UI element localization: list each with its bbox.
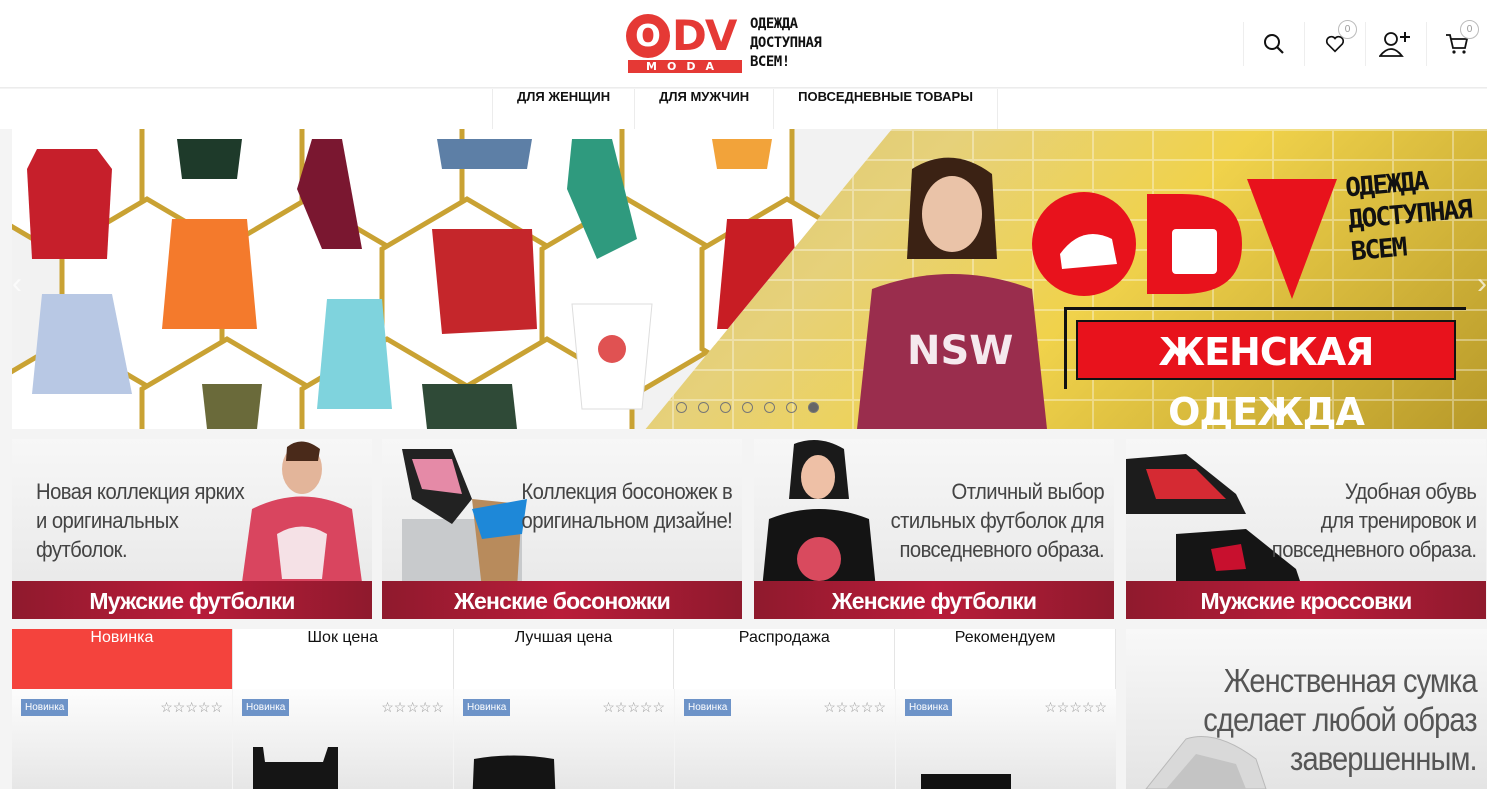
product-tabs: Новинка Шок цена Лучшая цена Распродажа … — [12, 629, 1116, 689]
tab-best-price[interactable]: Лучшая цена — [454, 629, 675, 689]
banner-men-sneakers[interactable]: Удобная обувь для тренировок и повседнев… — [1126, 439, 1486, 619]
banner-description: Удобная обувь для тренировок и повседнев… — [1271, 479, 1476, 562]
rating-stars: ☆☆☆☆☆ — [160, 699, 223, 715]
banner-women-tshirts[interactable]: Отличный выбор стильных футболок для пов… — [754, 439, 1114, 619]
search-button[interactable] — [1243, 22, 1304, 66]
banner-women-sandals[interactable]: Коллекция босоножек в оригинальном дизай… — [382, 439, 742, 619]
product-card[interactable]: Новинка ☆☆☆☆☆ — [454, 689, 674, 789]
rating-stars: ☆☆☆☆☆ — [381, 699, 444, 715]
hero-prev-arrow[interactable]: ‹ — [12, 269, 42, 299]
boot-image — [472, 755, 556, 789]
hero-pagination — [676, 402, 819, 413]
hero-next-arrow[interactable]: › — [1457, 269, 1487, 299]
hero-dot-3[interactable] — [720, 402, 731, 413]
tab-new[interactable]: Новинка — [12, 629, 233, 689]
hero-model-image: NSW — [857, 157, 1047, 429]
account-button[interactable] — [1365, 22, 1426, 66]
main-nav: ДЛЯ ЖЕНЩИН ДЛЯ МУЖЧИН ПОВСЕДНЕВНЫЕ ТОВАР… — [0, 89, 1487, 129]
banner-description: Отличный выбор стильных футболок для пов… — [890, 479, 1104, 562]
new-badge: Новинка — [242, 699, 290, 716]
wishlist-count-badge: 0 — [1338, 20, 1357, 39]
hero-dot-2[interactable] — [698, 402, 709, 413]
product-grid: Новинка ☆☆☆☆☆ Новинка ☆☆☆☆☆ Новинка ☆☆☆☆… — [12, 689, 1116, 789]
rating-stars: ☆☆☆☆☆ — [823, 699, 886, 715]
product-card[interactable]: Новинка ☆☆☆☆☆ — [12, 689, 232, 789]
cart-button[interactable]: 0 — [1426, 20, 1487, 66]
site-logo[interactable]: O DV MODA ОДЕЖДА ДОСТУПНАЯ ВСЕМ! — [626, 14, 826, 74]
banner-description: Коллекция босоножек в оригинальном дизай… — [521, 479, 732, 533]
hero-slider[interactable]: NSW ОДЕЖДА ДОСТУПНАЯ ВСЕМ ЖЕНСКАЯ ОДЕЖДА… — [12, 129, 1487, 429]
hero-dot-5[interactable] — [764, 402, 775, 413]
new-badge: Новинка — [21, 699, 69, 716]
tab-sale[interactable]: Распродажа — [674, 629, 896, 689]
tab-shock-price[interactable]: Шок цена — [233, 629, 454, 689]
nav-item-everyday[interactable]: ПОВСЕДНЕВНЫЕ ТОВАРЫ — [774, 89, 998, 129]
product-card[interactable]: Новинка ☆☆☆☆☆ — [675, 689, 895, 789]
new-badge: Новинка — [684, 699, 732, 716]
rating-stars: ☆☆☆☆☆ — [1044, 699, 1107, 715]
banner-label: Женские футболки — [754, 581, 1114, 619]
header-actions: 0 0 — [1243, 20, 1487, 66]
cart-count-badge: 0 — [1460, 20, 1479, 39]
hero-slogan: ОДЕЖДА ДОСТУПНАЯ ВСЕМ — [1344, 166, 1472, 268]
banner-men-tshirts[interactable]: Новая коллекция ярких и оригинальных фут… — [12, 439, 372, 619]
svg-text:NSW: NSW — [907, 328, 1013, 374]
hero-dot-6[interactable] — [786, 402, 797, 413]
nav-item-men[interactable]: ДЛЯ МУЖЧИН — [635, 89, 775, 129]
rating-stars: ☆☆☆☆☆ — [602, 699, 665, 715]
logo-mark: O DV MODA — [626, 14, 744, 74]
banner-label: Женские босоножки — [382, 581, 742, 619]
new-badge: Новинка — [463, 699, 511, 716]
banner-description: Новая коллекция ярких и оригинальных фут… — [36, 479, 245, 562]
wishlist-button[interactable]: 0 — [1304, 20, 1365, 66]
hero-odv-logo — [1032, 179, 1337, 299]
logo-slogan: ОДЕЖДА ДОСТУПНАЯ ВСЕМ! — [750, 16, 822, 70]
logo-letters-dv: DV — [672, 11, 737, 60]
new-badge: Новинка — [905, 699, 953, 716]
product-card[interactable]: Новинка ☆☆☆☆☆ — [896, 689, 1116, 789]
hero-dot-1[interactable] — [676, 402, 687, 413]
logo-moda: MODA — [628, 60, 742, 73]
hero-cta-button[interactable]: ЖЕНСКАЯ ОДЕЖДА — [1076, 320, 1456, 429]
banner-label: Мужские футболки — [12, 581, 372, 619]
site-header: O DV MODA ОДЕЖДА ДОСТУПНАЯ ВСЕМ! 0 0 — [0, 0, 1487, 88]
side-banner-text: Женственная сумка сделает любой образ за… — [1203, 662, 1478, 777]
user-add-icon — [1379, 32, 1410, 57]
boot-image — [921, 774, 1011, 789]
hero-dot-7[interactable] — [808, 402, 819, 413]
boot-image — [253, 747, 338, 789]
hero-dot-4[interactable] — [742, 402, 753, 413]
banner-label: Мужские кроссовки — [1126, 581, 1486, 619]
logo-letter-o: O — [626, 14, 670, 58]
nav-item-women[interactable]: ДЛЯ ЖЕНЩИН — [493, 89, 636, 129]
side-banner-bag[interactable]: Женственная сумка сделает любой образ за… — [1126, 629, 1487, 789]
product-card[interactable]: Новинка ☆☆☆☆☆ — [233, 689, 453, 789]
tab-recommended[interactable]: Рекомендуем — [895, 629, 1116, 689]
search-icon — [1264, 34, 1284, 54]
